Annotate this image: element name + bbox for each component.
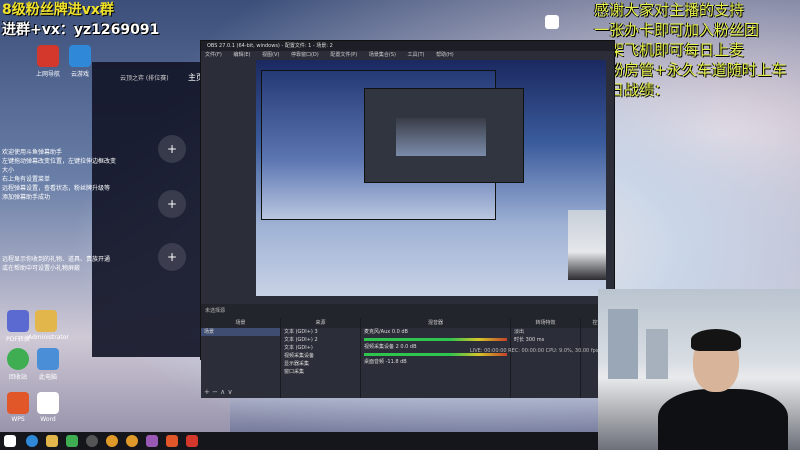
source-item[interactable]: 文本 (GDI+) 3 xyxy=(281,328,360,336)
cloud-icon xyxy=(69,45,91,67)
dock-header: 混音器 xyxy=(361,318,510,328)
transitions-dock: 转场特效 淡出 时长 300 ms xyxy=(511,318,581,398)
desktop-icon-pdf[interactable]: PDF转换 xyxy=(0,310,36,343)
obs-source-status: 未选择源 xyxy=(201,304,614,318)
help-line: 欢迎使用斗鱼弹幕助手 xyxy=(2,149,63,156)
preview-webcam xyxy=(568,210,606,280)
app-icon[interactable] xyxy=(186,435,198,447)
computer-icon xyxy=(37,348,59,370)
word-icon xyxy=(37,392,59,414)
folder-icon[interactable] xyxy=(46,435,58,447)
transition-select[interactable]: 淡出 xyxy=(511,328,580,336)
pdf-icon xyxy=(7,310,29,332)
obs-window: OBS 27.0.1 (64-bit, windows) - 配置文件: 1 -… xyxy=(200,40,615,398)
assistant-help-list-2: 远程显示你收到的礼物、道具、贵族开通 或在帮助中可设置小礼物屏蔽 xyxy=(0,255,118,273)
mixer-dock: 混音器 麦克风/Aux 0.0 dB 视频采集设备 2 0.0 dB 桌面音频 … xyxy=(361,318,511,398)
sources-dock: 来源 文本 (GDI+) 3 文本 (GDI+) 2 文本 (GDI+) 视频采… xyxy=(281,318,361,398)
help-line: 远程显示你收到的礼物、道具、贵族开通 xyxy=(2,256,111,263)
dock-header: 转场特效 xyxy=(511,318,580,328)
recycle-bin-icon xyxy=(7,348,29,370)
dock-header: 来源 xyxy=(281,318,360,328)
wps-icon xyxy=(7,392,29,414)
start-icon[interactable] xyxy=(4,435,16,447)
overlay-line: 一架飞机即可每日上麦 xyxy=(594,41,745,59)
edge-icon[interactable] xyxy=(26,435,38,447)
mixer-level: -11.8 dB xyxy=(385,359,407,365)
transition-duration[interactable]: 时长 300 ms xyxy=(511,336,580,344)
scene-item[interactable]: 场景 xyxy=(201,328,280,336)
desktop-icon-word[interactable]: Word xyxy=(30,392,66,423)
desktop-icon-recycle[interactable]: 回收站 xyxy=(0,348,36,381)
audio-meter[interactable] xyxy=(364,338,507,341)
obs-docks: 场景 场景 + − ∧ ∨ 来源 文本 (GDI+) 3 文本 (GDI+) 2… xyxy=(201,318,614,398)
danmaku-assistant-panel xyxy=(92,62,202,357)
rank-label: 云顶之弈 (排位赛) xyxy=(120,75,169,82)
media-icon[interactable] xyxy=(66,435,78,447)
fan-badge-text: 8级粉丝牌进vx群 xyxy=(2,2,114,18)
mixer-channel-name: 桌面音频 xyxy=(364,359,385,365)
obs-title-bar: OBS 27.0.1 (64-bit, windows) - 配置文件: 1 -… xyxy=(201,41,614,51)
douyu-icon[interactable] xyxy=(166,435,178,447)
overlay-line: 今日战绩： xyxy=(594,81,670,99)
obs-menu-bar: 文件(F) 编辑(E) 视图(V) 停靠窗口(D) 配置文件(P) 场景集合(S… xyxy=(201,51,614,60)
scene-tools[interactable]: + − ∧ ∨ xyxy=(204,388,233,396)
source-item[interactable]: 显示器采集 xyxy=(281,360,360,368)
menu-view[interactable]: 视图(V) xyxy=(262,52,279,58)
overlay-line: 钻粉房管+永久车道随时上车 xyxy=(594,61,787,79)
stream-overlay-right: 感谢大家对主播的支持 一张办卡即可加入粉丝团 一架飞机即可每日上麦 钻粉房管+永… xyxy=(594,0,787,100)
obs-preview-canvas[interactable] xyxy=(256,60,606,296)
menu-edit[interactable]: 编辑(E) xyxy=(233,52,250,58)
menu-profile[interactable]: 配置文件(P) xyxy=(330,52,357,58)
dock-header: 场景 xyxy=(201,318,280,328)
streamer-hair xyxy=(691,329,741,351)
folder-icon xyxy=(35,310,57,332)
menu-help[interactable]: 帮助(H) xyxy=(436,52,454,58)
source-item[interactable]: 窗口采集 xyxy=(281,368,360,376)
streamer-body xyxy=(658,389,788,450)
source-item[interactable]: 视频采集设备 xyxy=(281,352,360,360)
mixer-channel: 桌面音频 -11.8 dB xyxy=(361,358,510,366)
mixer-channel-name: 麦克风/Aux xyxy=(364,329,391,335)
navigation-icon xyxy=(37,45,59,67)
menu-docks[interactable]: 停靠窗口(D) xyxy=(291,52,319,58)
help-line: 左键拖动弹幕改变位置，左键拉伸边框改变大小 xyxy=(2,158,117,174)
taskbar xyxy=(0,432,598,450)
help-line: 远程弹幕设置，查看状态，粉丝牌升级等 xyxy=(2,185,111,192)
help-line: 添加弹幕助手成功 xyxy=(2,194,51,201)
menu-scene-collection[interactable]: 场景集合(S) xyxy=(369,52,396,58)
menu-tools[interactable]: 工具(T) xyxy=(408,52,425,58)
browser-icon[interactable] xyxy=(126,435,138,447)
help-line: 或在帮助中可设置小礼物屏蔽 xyxy=(2,265,81,272)
add-slot-button[interactable]: + xyxy=(158,190,186,218)
mixer-level: 0.0 dB xyxy=(391,329,408,335)
scenes-dock: 场景 场景 + − ∧ ∨ xyxy=(201,318,281,398)
desktop-icon-navigation[interactable]: 上网导航 xyxy=(30,45,66,78)
assistant-help-list: 欢迎使用斗鱼弹幕助手 左键拖动弹幕改变位置，左键拉伸边框改变大小 右上角有设置菜… xyxy=(0,148,118,202)
mixer-level: 0.0 dB xyxy=(400,344,417,350)
building-shape xyxy=(608,309,638,379)
overlay-line: 感谢大家对主播的支持 xyxy=(594,1,745,19)
app-icon[interactable] xyxy=(146,435,158,447)
cat-icon xyxy=(545,15,559,29)
source-item[interactable]: 文本 (GDI+) xyxy=(281,344,360,352)
building-shape xyxy=(646,329,668,379)
overlay-line: 一张办卡即可加入粉丝团 xyxy=(594,21,760,39)
source-item[interactable]: 文本 (GDI+) 2 xyxy=(281,336,360,344)
add-slot-button[interactable]: + xyxy=(158,135,186,163)
stream-overlay-left: 8级粉丝牌进vx群 进群+vx：yz1269091 xyxy=(2,0,159,40)
duration-label: 时长 xyxy=(514,337,525,343)
mixer-channel-name: 视频采集设备 2 xyxy=(364,344,399,350)
mixer-channel: 麦克风/Aux 0.0 dB xyxy=(361,328,510,336)
wechat-group-text: 进群+vx：yz1269091 xyxy=(2,22,160,38)
add-slot-button[interactable]: + xyxy=(158,243,186,271)
browser-icon[interactable] xyxy=(106,435,118,447)
obs-footer: LIVE: 00:00:00 REC: 00:00:00 CPU: 9.0%, … xyxy=(470,348,599,354)
obs-icon[interactable] xyxy=(86,435,98,447)
menu-file[interactable]: 文件(F) xyxy=(205,52,222,58)
duration-value: 300 ms xyxy=(525,337,545,343)
help-line: 右上角有设置菜单 xyxy=(2,176,51,183)
webcam-feed xyxy=(598,289,800,450)
nested-preview-3 xyxy=(396,118,486,156)
